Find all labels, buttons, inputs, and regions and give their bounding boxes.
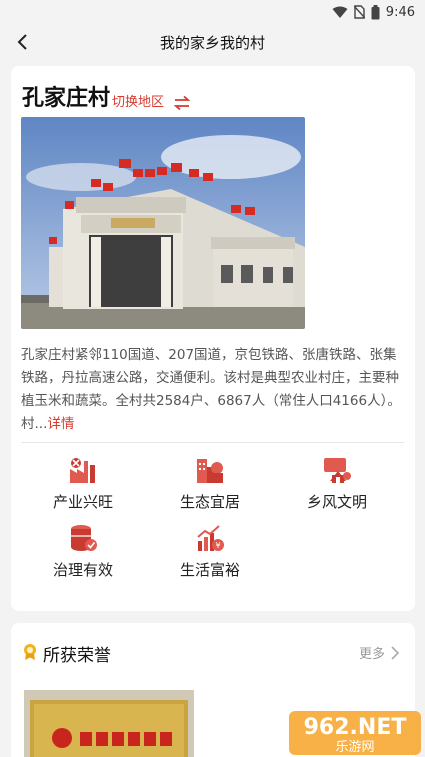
feature-industry[interactable]: 产业兴旺 — [28, 455, 138, 512]
feature-governance[interactable]: 治理有效 — [28, 523, 138, 580]
feature-prosperity[interactable]: ¥ 生活富裕 — [155, 523, 265, 580]
feature-civilization[interactable]: 乡风文明 — [282, 455, 392, 512]
svg-text:962.NET: 962.NET — [304, 715, 407, 740]
honors-more-link[interactable]: 更多 — [359, 643, 399, 662]
honors-title: 所获荣誉 — [43, 646, 111, 666]
battery-icon — [371, 4, 380, 20]
prosperity-icon: ¥ — [195, 523, 225, 553]
svg-text:¥: ¥ — [215, 541, 220, 550]
svg-text:乐游网: 乐游网 — [335, 740, 374, 755]
honor-plaque-image[interactable] — [24, 690, 194, 757]
feature-label: 生活富裕 — [179, 561, 240, 579]
page-title: 我的家乡我的村 — [159, 33, 265, 52]
description-text: 孔家庄村紧邻110国道、207国道，京包铁路、张唐铁路、张集铁路，丹拉高速公路，… — [21, 347, 401, 432]
feature-eco-housing[interactable]: 生态宜居 — [155, 455, 265, 512]
status-time: 9:46 — [385, 4, 415, 20]
industry-icon — [68, 455, 98, 485]
status-bar: 9:46 — [0, 0, 425, 24]
more-label: 更多 — [358, 647, 385, 662]
feature-label: 乡风文明 — [306, 493, 367, 511]
village-description: 孔家庄村紧邻110国道、207国道，京包铁路、张唐铁路、张集铁路，丹拉高速公路，… — [21, 344, 406, 436]
wifi-icon — [332, 6, 348, 19]
eco-housing-icon — [195, 455, 225, 485]
switch-area-link[interactable]: 切换地区 — [112, 91, 164, 110]
details-link[interactable]: 详情 — [47, 416, 74, 432]
feature-label: 生态宜居 — [179, 493, 240, 511]
switch-arrows-icon[interactable] — [174, 96, 191, 110]
feature-label: 产业兴旺 — [52, 493, 113, 511]
chevron-left-icon — [17, 34, 27, 50]
governance-icon — [68, 523, 98, 553]
watermark-logo: 962.NET 乐游网 — [289, 707, 421, 755]
back-button[interactable] — [10, 30, 34, 54]
chevron-right-icon — [391, 645, 399, 660]
divider — [21, 442, 404, 443]
village-card: 孔家庄村 切换地区 孔家庄村紧邻110国道、207国道，京包铁路、张唐铁路、张集… — [11, 66, 415, 611]
civilization-icon — [322, 455, 352, 485]
village-name: 孔家庄村 — [22, 86, 111, 111]
village-photo — [21, 117, 305, 329]
medal-icon — [23, 643, 37, 665]
no-sim-icon — [353, 5, 365, 19]
feature-label: 治理有效 — [52, 561, 113, 579]
nav-bar: 我的家乡我的村 — [0, 24, 425, 60]
